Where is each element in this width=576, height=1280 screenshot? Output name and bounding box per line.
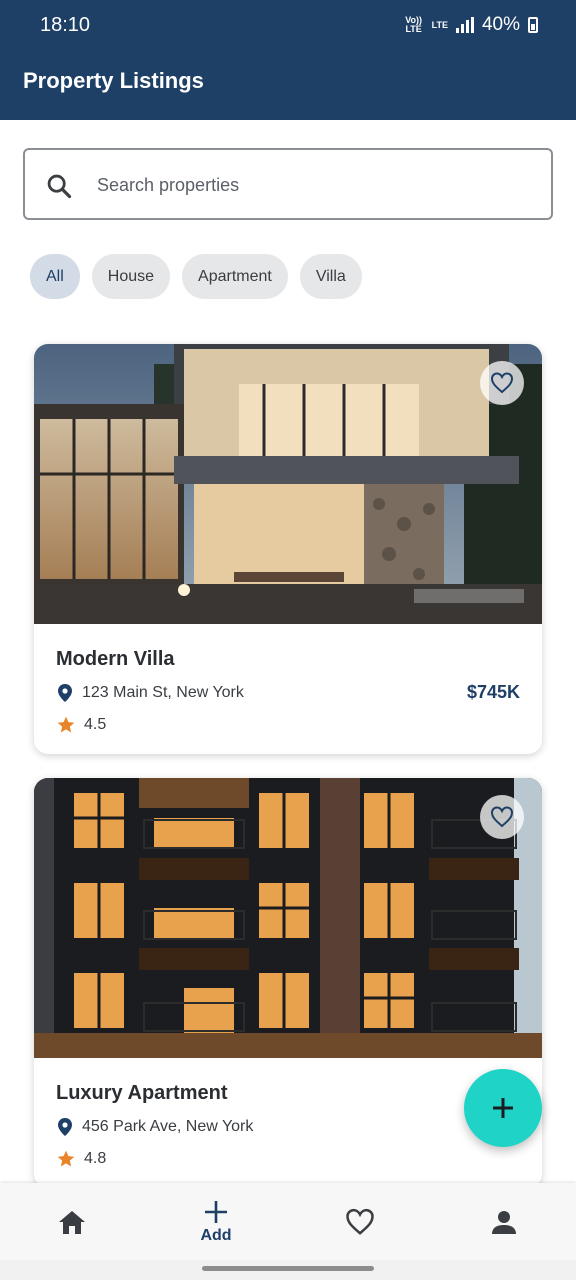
listing-details: Luxury Apartment 456 Park Ave, New York … [34,1058,542,1188]
search-icon [47,174,72,199]
status-time: 18:10 [40,14,91,36]
lte-indicator: LTE [431,19,448,30]
nav-favorites[interactable] [288,1183,432,1260]
listing-title: Modern Villa [56,648,175,670]
listing-rating-row: 4.8 [56,1149,520,1169]
nav-home[interactable] [0,1183,144,1260]
gesture-handle[interactable] [202,1266,374,1271]
heart-icon [346,1208,374,1235]
location-pin-icon [58,1118,72,1136]
page-title: Property Listings [23,68,204,93]
star-icon [57,716,75,733]
listing-price: $745K [466,682,520,702]
plus-icon [205,1200,227,1223]
property-photo [34,778,542,1058]
property-photo [34,344,542,624]
favorite-button[interactable] [480,361,524,405]
listing-address-row: 456 Park Ave, New York [56,1117,520,1137]
person-icon [492,1210,516,1234]
listing-address-row: 123 Main St, New York [56,683,520,703]
filter-chip-apartment[interactable]: Apartment [182,254,288,299]
favorite-button[interactable] [480,795,524,839]
battery-icon [528,17,538,33]
villa-photo-image [34,344,542,624]
nav-add[interactable]: Add [144,1183,288,1260]
search-input[interactable] [97,168,537,202]
apartment-photo-image [34,778,542,1058]
heart-outline-icon [490,806,514,828]
location-pin-icon [58,684,72,702]
add-listing-fab[interactable] [464,1069,542,1147]
volte-indicator: Vo)) LTE [405,15,423,34]
listing-title: Luxury Apartment [56,1082,228,1104]
listing-card[interactable]: Luxury Apartment 456 Park Ave, New York … [34,778,542,1188]
filter-chips: All House Apartment Villa [30,254,362,299]
status-indicators: Vo)) LTE LTE 40% [404,14,538,36]
plus-icon [493,1098,513,1118]
nav-add-label: Add [200,1226,232,1244]
status-bar: 18:10 Vo)) LTE LTE 40% [0,0,576,50]
app-bar: Property Listings [0,50,576,120]
filter-chip-villa[interactable]: Villa [299,254,362,299]
filter-chip-all[interactable]: All [30,254,80,299]
listing-card[interactable]: Modern Villa 123 Main St, New York 4.5 $… [34,344,542,754]
gesture-area [0,1260,576,1280]
listing-details: Modern Villa 123 Main St, New York 4.5 $… [34,624,542,754]
listing-rating-row: 4.5 [56,715,520,735]
bottom-navigation: Add [0,1183,576,1260]
battery-percent: 40% [481,14,520,35]
listing-rating: 4.5 [84,716,107,733]
listing-rating: 4.8 [84,1150,107,1167]
heart-outline-icon [490,372,514,394]
listing-address: 123 Main St, New York [82,684,244,701]
home-icon [59,1210,85,1234]
star-icon [57,1150,75,1167]
search-box[interactable] [23,148,553,220]
filter-chip-house[interactable]: House [91,254,171,299]
nav-profile[interactable] [432,1183,576,1260]
listing-address: 456 Park Ave, New York [82,1118,254,1135]
signal-icon [455,17,474,33]
